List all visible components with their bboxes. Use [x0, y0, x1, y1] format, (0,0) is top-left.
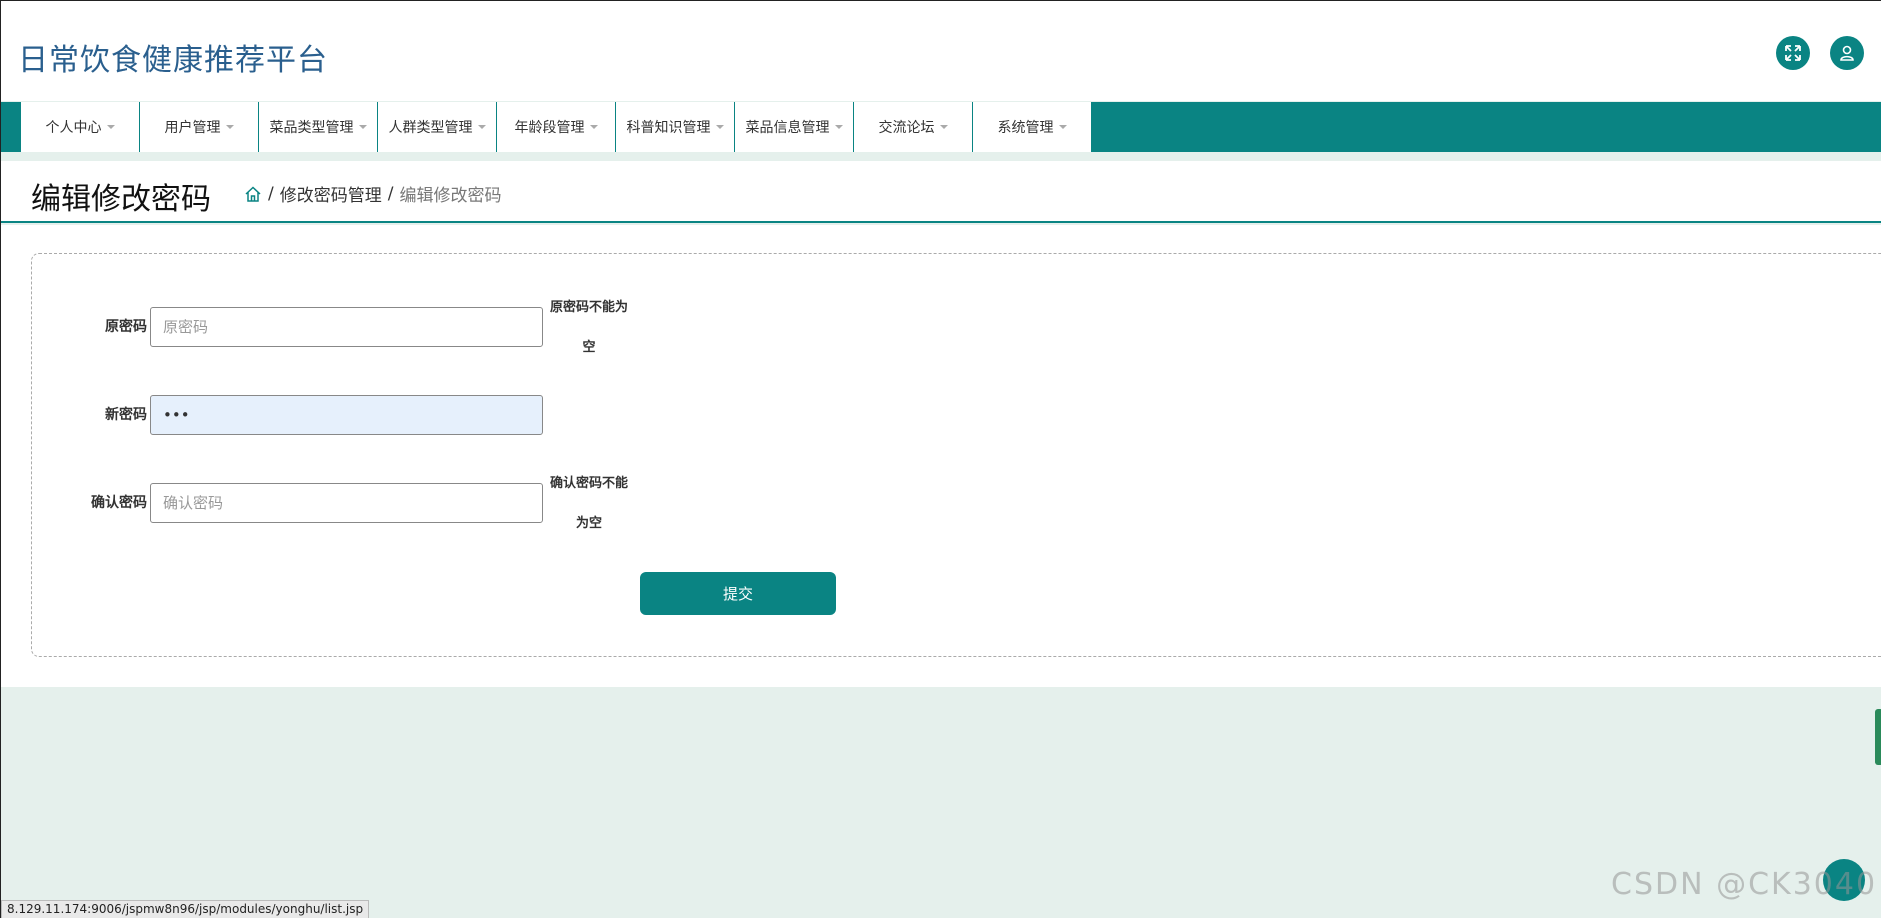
confirm-password-error: 确认密码不能 为空 [549, 476, 628, 531]
page-header: 编辑修改密码 / 修改密码管理 / 编辑修改密码 [1, 161, 1881, 223]
user-icon [1840, 45, 1854, 61]
nav-item-forum[interactable]: 交流论坛 [854, 102, 973, 152]
confirm-password-input[interactable] [150, 483, 543, 523]
caret-down-icon [358, 125, 367, 129]
nav-item-system-management[interactable]: 系统管理 [973, 102, 1092, 152]
app-window: 日常饮食健康推荐平台 个人中心 用户管理 菜品类型管理 人群类型管理 年龄段管理… [0, 0, 1881, 918]
home-icon[interactable] [244, 185, 262, 203]
confirm-password-label: 确认密码 [91, 495, 147, 511]
breadcrumb-parent[interactable]: 修改密码管理 [280, 181, 382, 206]
nav-item-user-management[interactable]: 用户管理 [140, 102, 259, 152]
expand-icon [1785, 45, 1801, 61]
status-bar-url: 8.129.11.174:9006/jspmw8n96/jsp/modules/… [1, 900, 370, 918]
breadcrumb-separator: / [387, 183, 394, 204]
old-password-label: 原密码 [105, 319, 147, 335]
new-password-label: 新密码 [105, 407, 147, 423]
nav-item-science-knowledge-management[interactable]: 科普知识管理 [616, 102, 735, 152]
nav-item-crowd-type-management[interactable]: 人群类型管理 [378, 102, 497, 152]
old-password-input[interactable] [150, 307, 543, 347]
breadcrumb: / 修改密码管理 / 编辑修改密码 [244, 181, 501, 206]
fullscreen-button[interactable] [1776, 36, 1810, 70]
caret-down-icon [477, 125, 486, 129]
nav-item-personal-center[interactable]: 个人中心 [21, 102, 140, 152]
password-form: 原密码 原密码不能为 空 新密码 确认密码 确认密码不能 为空 提交 [31, 253, 1881, 657]
caret-down-icon [589, 125, 598, 129]
breadcrumb-separator: / [268, 183, 274, 204]
content-area: 原密码 原密码不能为 空 新密码 确认密码 确认密码不能 为空 提交 [1, 225, 1881, 687]
caret-down-icon [1058, 125, 1067, 129]
page-title: 编辑修改密码 [31, 182, 211, 217]
new-password-input[interactable] [150, 395, 543, 435]
main-nav: 个人中心 用户管理 菜品类型管理 人群类型管理 年龄段管理 科普知识管理 菜品信… [1, 102, 1881, 152]
app-title: 日常饮食健康推荐平台 [18, 43, 328, 78]
caret-down-icon [939, 125, 948, 129]
nav-item-age-group-management[interactable]: 年龄段管理 [497, 102, 616, 152]
breadcrumb-current: 编辑修改密码 [399, 186, 502, 206]
watermark: CSDN @CK3040 [1611, 867, 1878, 902]
nav-item-dish-type-management[interactable]: 菜品类型管理 [259, 102, 378, 152]
user-profile-button[interactable] [1830, 36, 1864, 70]
submit-button[interactable]: 提交 [640, 572, 836, 615]
top-header: 日常饮食健康推荐平台 [1, 1, 1881, 101]
caret-down-icon [225, 125, 234, 129]
scrollbar-thumb[interactable] [1875, 709, 1881, 765]
nav-menu: 个人中心 用户管理 菜品类型管理 人群类型管理 年龄段管理 科普知识管理 菜品信… [21, 102, 1092, 152]
old-password-error: 原密码不能为 空 [549, 300, 628, 355]
caret-down-icon [834, 125, 843, 129]
caret-down-icon [715, 125, 724, 129]
nav-item-dish-info-management[interactable]: 菜品信息管理 [735, 102, 854, 152]
caret-down-icon [106, 125, 115, 129]
